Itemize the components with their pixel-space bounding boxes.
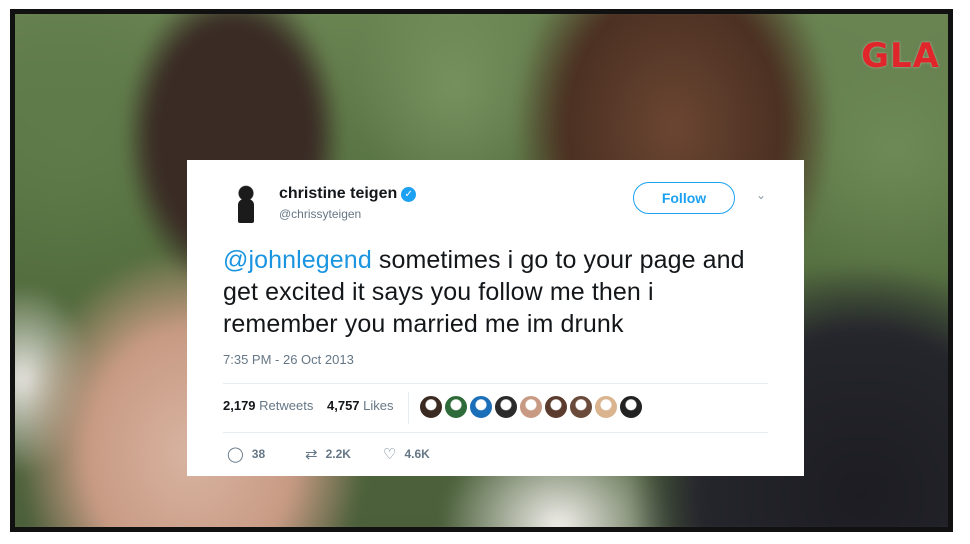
- liker-avatar[interactable]: [594, 395, 618, 419]
- tweet-text: @johnlegend sometimes i go to your page …: [223, 244, 768, 340]
- tweet-card: christine teigen ✓ @chrissyteigen Follow …: [187, 160, 804, 476]
- user-handle[interactable]: @chrissyteigen: [279, 207, 416, 221]
- retweet-count: 2.2K: [325, 447, 351, 461]
- reply-button[interactable]: ◯ 38: [227, 445, 265, 463]
- mention-link[interactable]: @johnlegend: [223, 246, 372, 274]
- tweet-timestamp[interactable]: 7:35 PM - 26 Oct 2013: [223, 352, 768, 367]
- liker-avatar[interactable]: [469, 395, 493, 419]
- retweet-icon: ⇄: [305, 446, 318, 463]
- avatar[interactable]: [229, 184, 263, 226]
- heart-icon: ♡: [383, 446, 397, 463]
- likes-stat[interactable]: 4,757 Likes: [327, 398, 394, 413]
- retweets-count: 2,179: [223, 398, 256, 413]
- display-name[interactable]: christine teigen: [279, 185, 397, 202]
- liker-avatar[interactable]: [444, 395, 468, 419]
- image-frame: GLA christine teigen ✓ @chrissyteigen Fol…: [10, 9, 953, 532]
- verified-badge-icon: ✓: [401, 187, 417, 202]
- watermark-logo: GLA: [861, 36, 940, 76]
- follow-button[interactable]: Follow: [633, 182, 735, 214]
- liker-avatar[interactable]: [419, 395, 443, 419]
- engagement-stats: 2,179 Retweets 4,757 Likes: [223, 384, 768, 432]
- reply-icon: ◯: [227, 446, 244, 463]
- chevron-down-icon[interactable]: ⌄: [756, 188, 766, 202]
- likes-count: 4,757: [327, 398, 360, 413]
- divider: [408, 392, 409, 424]
- user-names: christine teigen ✓ @chrissyteigen: [279, 185, 417, 221]
- likes-label: Likes: [359, 398, 394, 413]
- retweet-button[interactable]: ⇄ 2.2K: [305, 445, 351, 463]
- tweet-header: christine teigen ✓ @chrissyteigen Follow …: [223, 182, 768, 234]
- liker-avatar[interactable]: [519, 395, 543, 419]
- liker-avatar[interactable]: [494, 395, 518, 419]
- retweets-stat[interactable]: 2,179 Retweets: [223, 398, 313, 413]
- tweet-actions: ◯ 38 ⇄ 2.2K ♡ 4.6K: [223, 433, 768, 473]
- liker-avatar[interactable]: [569, 395, 593, 419]
- like-count: 4.6K: [404, 447, 430, 461]
- liker-avatar[interactable]: [544, 395, 568, 419]
- liker-avatar[interactable]: [619, 395, 643, 419]
- like-button[interactable]: ♡ 4.6K: [383, 445, 430, 463]
- reply-count: 38: [251, 447, 266, 461]
- retweets-label: Retweets: [255, 398, 314, 413]
